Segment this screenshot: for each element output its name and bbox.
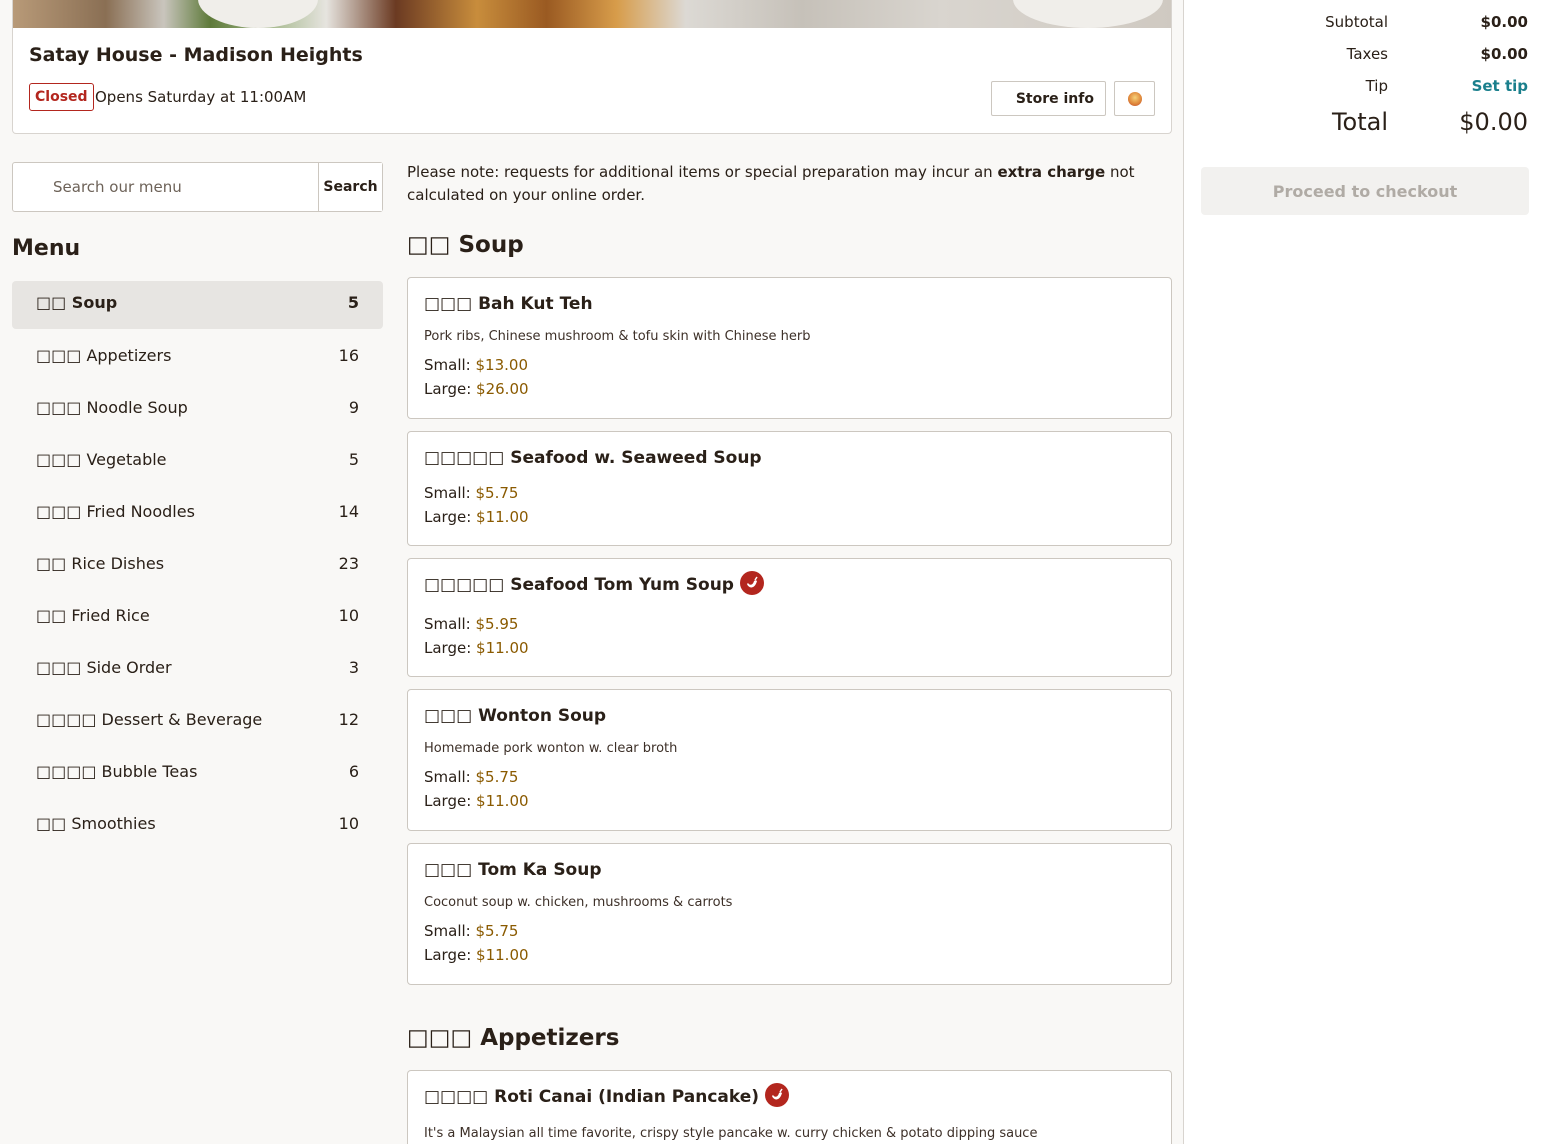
menu-category-count: 9	[348, 398, 359, 417]
section-title-soup: □□ Soup	[407, 232, 524, 258]
menu-category-label: □□□ Fried Noodles	[36, 502, 195, 521]
price-line-small: Small: $13.00	[424, 356, 528, 374]
price-line-small: Small: $5.75	[424, 768, 519, 786]
menu-category-count: 5	[347, 293, 359, 312]
taxes-value: $0.00	[1480, 45, 1528, 63]
menu-heading: Menu	[12, 236, 81, 261]
item-description: Pork ribs, Chinese mushroom & tofu skin …	[424, 329, 811, 344]
store-logo-icon	[1128, 92, 1142, 106]
item-description: Coconut soup w. chicken, mushrooms & car…	[424, 895, 733, 910]
menu-item-card-tom-ka-soup[interactable]: □□□ Tom Ka Soup Coconut soup w. chicken,…	[407, 843, 1172, 985]
store-logo-button[interactable]	[1114, 81, 1155, 116]
price-line-small: Small: $5.75	[424, 922, 519, 940]
price-line-large: Large: $11.00	[424, 792, 529, 810]
menu-category-rice-dishes[interactable]: □□ Rice Dishes 23	[12, 541, 383, 593]
menu-category-label: □□ Smoothies	[36, 814, 156, 833]
item-description: Homemade pork wonton w. clear broth	[424, 741, 678, 756]
chili-pepper-icon	[765, 1083, 790, 1107]
status-badge: Closed	[29, 83, 94, 111]
section-title-appetizers: □□□ Appetizers	[407, 1025, 620, 1051]
menu-category-count: 5	[348, 450, 359, 469]
menu-category-count: 6	[348, 762, 359, 781]
store-info-button[interactable]: Store info	[991, 81, 1106, 116]
chili-pepper-icon	[739, 571, 764, 595]
menu-category-label: □□□ Side Order	[36, 658, 172, 677]
price-line-large: Large: $11.00	[424, 946, 529, 964]
price-line-large: Large: $11.00	[424, 639, 529, 657]
price-line-small: Small: $5.95	[424, 615, 519, 633]
menu-category-count: 23	[338, 554, 359, 573]
total-value: $0.00	[1459, 108, 1528, 136]
order-summary-panel: Subtotal $0.00 Taxes $0.00 Tip Set tip T…	[1183, 0, 1544, 1144]
opening-hours-text: Opens Saturday at 11:00AM	[95, 88, 307, 106]
menu-search-box: Search	[12, 162, 383, 212]
store-header-card: Satay House - Madison Heights Closed Ope…	[12, 0, 1172, 134]
menu-category-list: □□ Soup 5 □□□ Appetizers 16 □□□ Noodle S…	[12, 281, 383, 853]
menu-category-count: 10	[338, 814, 359, 833]
menu-category-noodle-soup[interactable]: □□□ Noodle Soup 9	[12, 385, 383, 437]
menu-item-card-bah-kut-teh[interactable]: □□□ Bah Kut Teh Pork ribs, Chinese mushr…	[407, 277, 1172, 419]
menu-category-label: □□□ Vegetable	[36, 450, 167, 469]
item-name: □□□ Tom Ka Soup	[424, 860, 602, 880]
menu-category-label: □□□□ Dessert & Beverage	[36, 710, 263, 729]
menu-category-count: 10	[338, 606, 359, 625]
item-name: □□□□□ Seafood w. Seaweed Soup	[424, 448, 762, 468]
price-line-small: Small: $5.75	[424, 484, 519, 502]
extra-charge-emphasis: extra charge	[997, 163, 1106, 181]
menu-category-soup[interactable]: □□ Soup 5	[12, 281, 383, 329]
tip-label: Tip	[1365, 77, 1388, 95]
menu-category-label: □□ Soup	[36, 293, 118, 312]
subtotal-label: Subtotal	[1325, 13, 1388, 31]
price-line-large: Large: $11.00	[424, 508, 529, 526]
menu-category-label: □□□ Appetizers	[36, 346, 172, 365]
menu-category-count: 16	[338, 346, 359, 365]
set-tip-link[interactable]: Set tip	[1472, 77, 1528, 95]
price-line-large: Large: $26.00	[424, 380, 529, 398]
menu-category-bubble-teas[interactable]: □□□□ Bubble Teas 6	[12, 749, 383, 801]
menu-item-card-roti-canai[interactable]: □□□□ Roti Canai (Indian Pancake) It's a …	[407, 1070, 1172, 1144]
menu-category-label: □□□ Noodle Soup	[36, 398, 188, 417]
proceed-to-checkout-button[interactable]: Proceed to checkout	[1201, 167, 1529, 215]
menu-category-side-order[interactable]: □□□ Side Order 3	[12, 645, 383, 697]
item-name: □□□ Bah Kut Teh	[424, 294, 593, 314]
menu-item-card-seafood-tom-yum-soup[interactable]: □□□□□ Seafood Tom Yum Soup Small: $5.95 …	[407, 558, 1172, 677]
menu-category-appetizers[interactable]: □□□ Appetizers 16	[12, 333, 383, 385]
item-name: □□□ Wonton Soup	[424, 706, 607, 726]
menu-category-label: □□ Rice Dishes	[36, 554, 165, 573]
search-button[interactable]: Search	[318, 163, 382, 211]
item-name: □□□□□ Seafood Tom Yum Soup	[424, 571, 764, 597]
menu-category-label: □□□□ Bubble Teas	[36, 762, 198, 781]
search-input[interactable]	[13, 163, 318, 211]
extra-charge-notice: Please note: requests for additional ite…	[407, 163, 1135, 204]
menu-category-fried-noodles[interactable]: □□□ Fried Noodles 14	[12, 489, 383, 541]
menu-category-dessert-beverage[interactable]: □□□□ Dessert & Beverage 12	[12, 697, 383, 749]
menu-category-count: 14	[338, 502, 359, 521]
menu-category-count: 3	[348, 658, 359, 677]
taxes-label: Taxes	[1346, 45, 1388, 63]
total-label: Total	[1331, 108, 1388, 136]
store-hero-image	[13, 0, 1171, 28]
menu-item-card-wonton-soup[interactable]: □□□ Wonton Soup Homemade pork wonton w. …	[407, 689, 1172, 831]
menu-category-label: □□ Fried Rice	[36, 606, 150, 625]
menu-item-card-seafood-seaweed-soup[interactable]: □□□□□ Seafood w. Seaweed Soup Small: $5.…	[407, 431, 1172, 546]
subtotal-value: $0.00	[1480, 13, 1528, 31]
menu-category-count: 12	[338, 710, 359, 729]
menu-category-fried-rice[interactable]: □□ Fried Rice 10	[12, 593, 383, 645]
menu-category-vegetable[interactable]: □□□ Vegetable 5	[12, 437, 383, 489]
store-name: Satay House - Madison Heights	[29, 44, 363, 66]
item-name: □□□□ Roti Canai (Indian Pancake)	[424, 1083, 790, 1109]
item-description: It's a Malaysian all time favorite, cris…	[424, 1126, 1038, 1141]
menu-category-smoothies[interactable]: □□ Smoothies 10	[12, 801, 383, 853]
